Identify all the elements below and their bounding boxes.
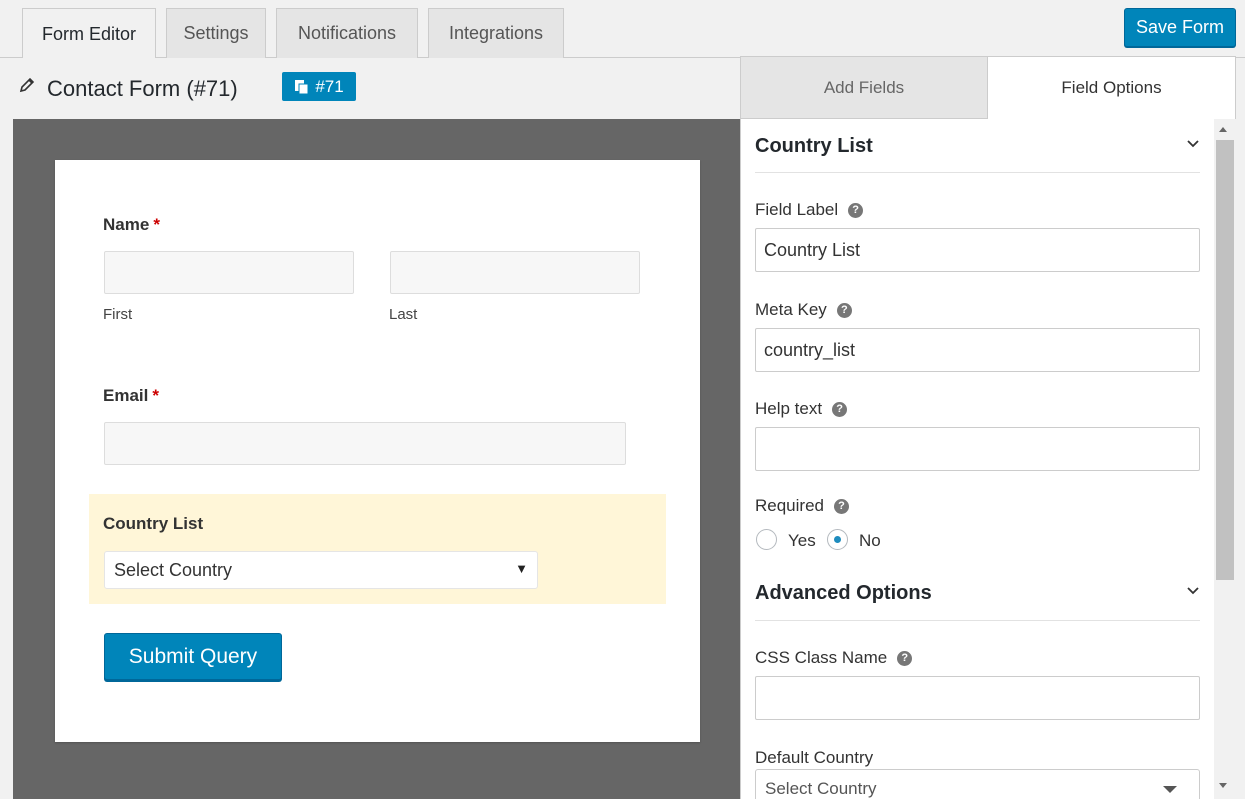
- first-name-input[interactable]: [104, 251, 354, 294]
- help-icon[interactable]: ?: [836, 302, 852, 318]
- divider: [755, 172, 1200, 173]
- required-label: Required?: [755, 496, 849, 516]
- field-label-input[interactable]: Country List: [755, 228, 1200, 272]
- copy-icon: [295, 79, 309, 94]
- scrollbar-thumb[interactable]: [1216, 140, 1234, 580]
- meta-key-label: Meta Key?: [755, 300, 852, 320]
- help-icon[interactable]: ?: [834, 498, 849, 514]
- default-country-select[interactable]: Select Country: [755, 769, 1200, 799]
- tab-settings[interactable]: Settings: [166, 8, 266, 58]
- country-select-value: Select Country: [114, 559, 233, 580]
- required-yes-label: Yes: [788, 531, 816, 550]
- save-form-button[interactable]: Save Form: [1124, 8, 1236, 47]
- scroll-up-arrow-icon[interactable]: [1219, 127, 1227, 132]
- pencil-icon[interactable]: [18, 76, 36, 94]
- tab-form-editor[interactable]: Form Editor: [22, 8, 156, 59]
- submit-button[interactable]: Submit Query: [104, 633, 282, 680]
- help-text-label: Help text?: [755, 399, 848, 419]
- last-name-input[interactable]: [390, 251, 640, 294]
- tab-field-options[interactable]: Field Options: [988, 56, 1236, 119]
- country-select[interactable]: Select Country ▼: [104, 551, 538, 589]
- tab-add-fields[interactable]: Add Fields: [740, 56, 988, 119]
- section-title[interactable]: Country List: [755, 135, 873, 158]
- last-sublabel: Last: [389, 306, 418, 323]
- panel-tabs: Add Fields Field Options: [740, 56, 1236, 119]
- meta-key-input[interactable]: country_list: [755, 328, 1200, 372]
- required-no-radio[interactable]: [827, 529, 848, 550]
- email-field-label: Email *: [103, 386, 159, 405]
- css-class-input[interactable]: [755, 676, 1200, 720]
- required-no-label: No: [859, 531, 881, 550]
- help-icon[interactable]: ?: [848, 202, 864, 218]
- top-tab-bar: Form Editor Settings Notifications Integ…: [0, 0, 1245, 59]
- divider: [755, 620, 1200, 621]
- scroll-down-arrow-icon[interactable]: [1219, 783, 1227, 788]
- form-id-badge[interactable]: #71: [282, 72, 356, 101]
- country-field-label: Country List: [103, 514, 204, 533]
- required-mark: *: [153, 215, 160, 234]
- dropdown-arrow-icon: ▼: [515, 561, 528, 576]
- required-yes-radio[interactable]: [756, 529, 777, 550]
- default-country-value: Select Country: [765, 779, 877, 798]
- required-mark: *: [152, 386, 159, 405]
- help-icon[interactable]: ?: [897, 650, 913, 666]
- css-class-label: CSS Class Name?: [755, 648, 913, 668]
- first-sublabel: First: [103, 306, 133, 323]
- dropdown-arrow-icon: [1163, 786, 1177, 793]
- default-country-label: Default Country: [755, 748, 874, 767]
- chevron-down-icon[interactable]: [1186, 139, 1200, 149]
- chevron-down-icon[interactable]: [1186, 586, 1200, 596]
- help-text-input[interactable]: [755, 427, 1200, 471]
- email-input[interactable]: [104, 422, 626, 465]
- form-title: Contact Form (#71): [47, 76, 238, 101]
- name-field-label: Name *: [103, 215, 160, 234]
- help-icon[interactable]: ?: [832, 401, 848, 417]
- tab-integrations[interactable]: Integrations: [428, 8, 564, 58]
- advanced-options-title[interactable]: Advanced Options: [755, 582, 932, 605]
- form-id-label: #71: [315, 76, 344, 96]
- field-label-label: Field Label?: [755, 200, 864, 220]
- tab-notifications[interactable]: Notifications: [276, 8, 418, 58]
